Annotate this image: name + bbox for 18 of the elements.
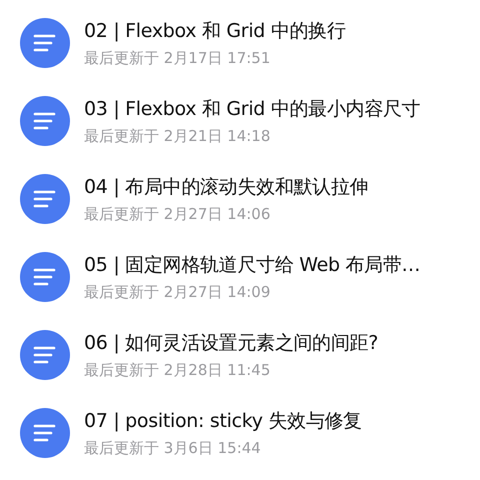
article-title[interactable]: 05 | 固定网格轨道尺寸给 Web 布局带… (84, 252, 420, 278)
document-icon (20, 96, 70, 146)
updated-time: 最后更新于 2月27日 14:06 (84, 204, 272, 224)
article-title[interactable]: 02 | Flexbox 和 Grid 中的换行 (84, 18, 346, 44)
document-icon (20, 18, 70, 68)
article-title[interactable]: 03 | Flexbox 和 Grid 中的最小内容尺寸 (84, 96, 420, 122)
document-icon (20, 252, 70, 302)
document-icon (20, 330, 70, 380)
updated-time: 最后更新于 2月21日 14:18 (84, 126, 272, 146)
updated-time: 最后更新于 3月6日 15:44 (84, 438, 262, 458)
updated-time: 最后更新于 2月17日 17:51 (84, 48, 272, 68)
updated-time: 最后更新于 2月27日 14:09 (84, 282, 272, 302)
article-title[interactable]: 07 | position: sticky 失效与修复 (84, 408, 362, 434)
updated-time: 最后更新于 2月28日 11:45 (84, 360, 272, 380)
article-title[interactable]: 04 | 布局中的滚动失效和默认拉伸 (84, 174, 368, 200)
article-title[interactable]: 06 | 如何灵活设置元素之间的间距? (84, 330, 378, 356)
document-icon (20, 408, 70, 458)
document-icon (20, 174, 70, 224)
